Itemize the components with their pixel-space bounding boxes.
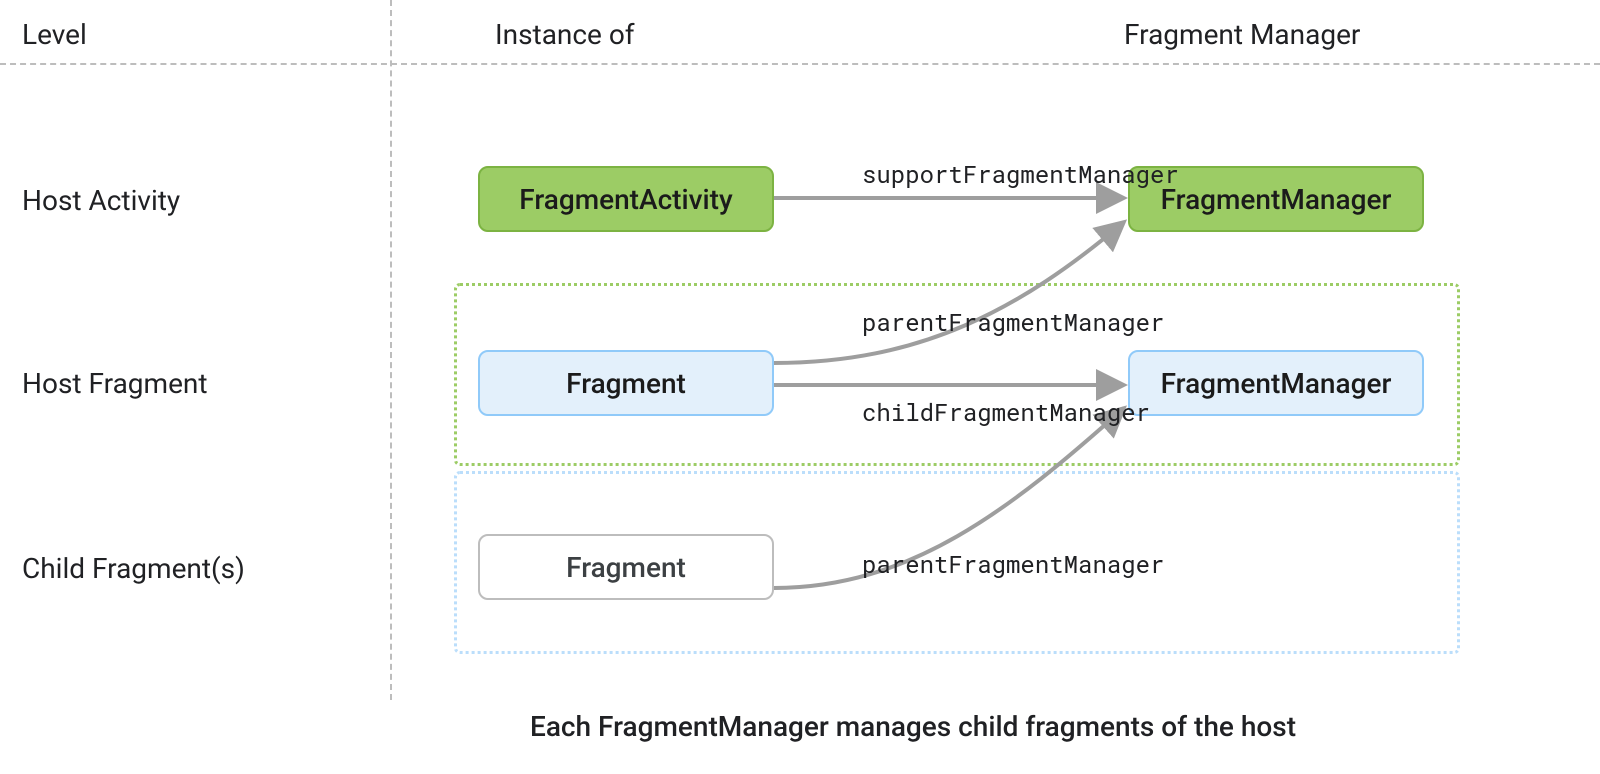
level-host-fragment: Host Fragment bbox=[22, 367, 208, 400]
edge-label-child-parent-fm: parentFragmentManager bbox=[862, 548, 1164, 580]
column-separator bbox=[390, 0, 392, 700]
caption: Each FragmentManager manages child fragm… bbox=[530, 710, 1296, 743]
edge-label-support-fm: supportFragmentManager bbox=[862, 158, 1179, 190]
node-child-fragment: Fragment bbox=[478, 534, 774, 600]
header-level: Level bbox=[22, 18, 87, 51]
level-host-activity: Host Activity bbox=[22, 184, 180, 217]
edge-label-host-child-fm: childFragmentManager bbox=[862, 396, 1150, 428]
edge-label-host-parent-fm: parentFragmentManager bbox=[862, 306, 1164, 338]
node-fragment-activity: FragmentActivity bbox=[478, 166, 774, 232]
level-child-fragments: Child Fragment(s) bbox=[22, 552, 245, 585]
diagram-canvas: Level Instance of Fragment Manager Host … bbox=[0, 0, 1600, 774]
header-instance-of: Instance of bbox=[495, 18, 635, 51]
node-host-fragment: Fragment bbox=[478, 350, 774, 416]
node-host-fragment-manager: FragmentManager bbox=[1128, 350, 1424, 416]
header-separator bbox=[0, 63, 1600, 65]
header-fragment-manager: Fragment Manager bbox=[1124, 18, 1360, 51]
